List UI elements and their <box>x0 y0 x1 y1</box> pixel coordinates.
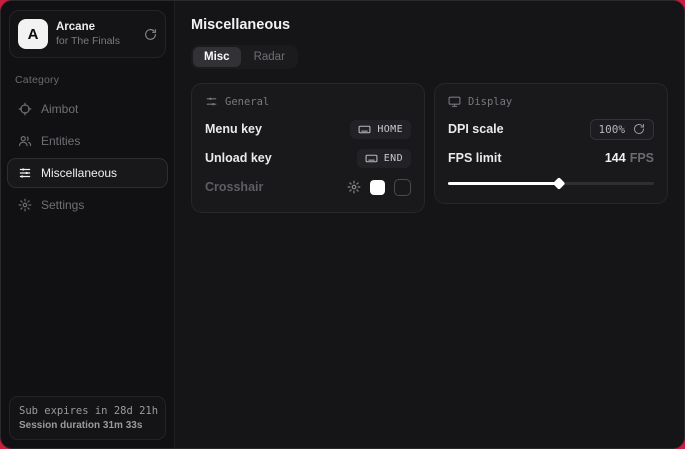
sliders-icon <box>18 166 32 180</box>
menu-key-label: Menu key <box>205 122 262 136</box>
sub-expires-text: Sub expires in 28d 21h <box>19 405 156 417</box>
unload-key-label: Unload key <box>205 151 272 165</box>
fps-limit-label: FPS limit <box>448 151 501 165</box>
general-card: General Menu key HOME Unload key <box>191 83 425 213</box>
dpi-scale-value: 100% <box>599 123 626 136</box>
sidebar-item-label: Settings <box>41 198 84 212</box>
brand-logo: A <box>18 19 48 49</box>
menu-key-binding[interactable]: HOME <box>350 120 411 139</box>
dpi-scale-control[interactable]: 100% <box>590 119 655 140</box>
crosshair-settings-gear-icon[interactable] <box>347 180 361 194</box>
sidebar-item-label: Entities <box>41 134 80 148</box>
fps-limit-slider[interactable] <box>448 176 654 190</box>
page-title: Miscellaneous <box>191 17 668 33</box>
slider-thumb[interactable] <box>553 177 566 190</box>
sidebar-item-label: Miscellaneous <box>41 166 117 180</box>
brand-subtitle: for The Finals <box>56 35 136 48</box>
brand-name: Arcane <box>56 20 136 34</box>
menu-key-value: HOME <box>377 124 403 135</box>
crosshair-checkbox[interactable] <box>394 179 411 196</box>
crosshair-row: Crosshair <box>205 175 411 199</box>
category-label: Category <box>1 62 174 94</box>
sidebar-item-label: Aimbot <box>41 102 78 116</box>
sidebar-item-settings[interactable]: Settings <box>7 190 168 220</box>
main-panel: Miscellaneous Misc Radar General Menu ke… <box>175 1 684 448</box>
slider-fill <box>448 182 559 185</box>
card-title: General <box>225 96 269 108</box>
fps-limit-unit: FPS <box>630 151 654 165</box>
refresh-icon[interactable] <box>144 28 157 41</box>
users-icon <box>18 134 32 148</box>
fps-limit-row: FPS limit 144 FPS <box>448 146 654 170</box>
crosshair-color-swatch[interactable] <box>370 180 385 195</box>
sidebar-item-entities[interactable]: Entities <box>7 126 168 156</box>
gear-icon <box>18 198 32 212</box>
sliders-icon <box>205 95 218 108</box>
sidebar-item-aimbot[interactable]: Aimbot <box>7 94 168 124</box>
crosshair-icon <box>18 102 32 116</box>
dpi-scale-label: DPI scale <box>448 122 504 136</box>
unload-key-row: Unload key END <box>205 146 411 170</box>
app-window: A Arcane for The Finals Category Aimbot <box>0 0 685 449</box>
unload-key-binding[interactable]: END <box>357 149 411 168</box>
keyboard-icon <box>365 152 378 165</box>
unload-key-value: END <box>384 153 403 164</box>
session-duration-text: Session duration 31m 33s <box>19 420 156 431</box>
menu-key-row: Menu key HOME <box>205 117 411 141</box>
subscription-box: Sub expires in 28d 21h Session duration … <box>9 396 166 440</box>
sidebar-nav: Aimbot Entities Miscellaneous <box>1 94 174 220</box>
tab-radar[interactable]: Radar <box>243 47 296 67</box>
display-card: Display DPI scale 100% FPS limit <box>434 83 668 204</box>
sidebar: A Arcane for The Finals Category Aimbot <box>1 1 175 448</box>
crosshair-label: Crosshair <box>205 180 263 194</box>
monitor-icon <box>448 95 461 108</box>
keyboard-icon <box>358 123 371 136</box>
card-title: Display <box>468 96 512 108</box>
tab-misc[interactable]: Misc <box>193 47 241 67</box>
brand-card: A Arcane for The Finals <box>9 10 166 58</box>
tabstrip: Misc Radar <box>191 45 298 69</box>
reset-refresh-icon[interactable] <box>633 123 645 135</box>
fps-limit-value: 144 <box>605 151 626 165</box>
sidebar-item-miscellaneous[interactable]: Miscellaneous <box>7 158 168 188</box>
dpi-scale-row: DPI scale 100% <box>448 117 654 141</box>
